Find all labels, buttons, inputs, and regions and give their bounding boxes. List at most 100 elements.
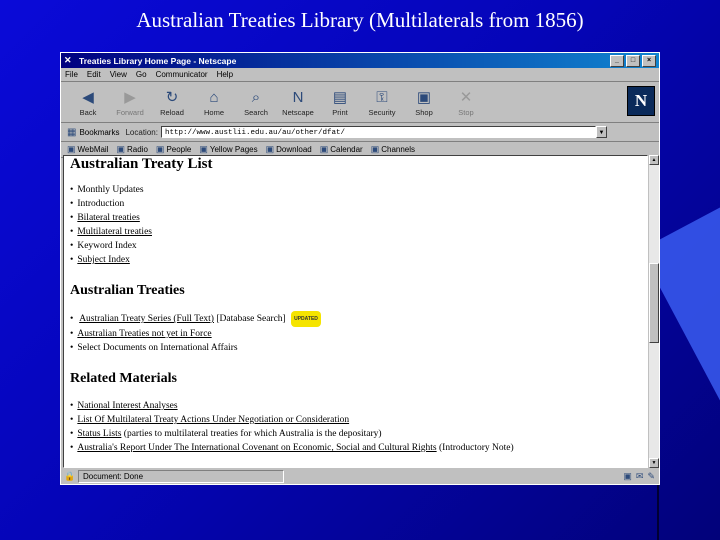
link-channels-label: Channels [381, 145, 416, 154]
link-calendar[interactable]: ▣ Calendar [320, 144, 363, 155]
menu-file[interactable]: File [65, 70, 78, 79]
link-webmail[interactable]: ▣ WebMail [67, 144, 109, 155]
stop-button[interactable]: ✕ Stop [445, 88, 487, 117]
link-download[interactable]: ▣ Download [266, 144, 312, 155]
bookmark-icon: ▦ [67, 126, 77, 138]
treaty-page: Australian Treaty List Monthly Updates I… [64, 156, 647, 455]
minimize-button[interactable]: _ [610, 54, 624, 67]
link-yellow-pages-label: Yellow Pages [209, 145, 258, 154]
location-bar: ▦ Bookmarks Location: http://www.austlii… [61, 123, 659, 142]
radio-icon: ▣ [116, 144, 126, 154]
search-icon: ⌕ [251, 88, 261, 106]
australian-treaties-links: Australian Treaty Series (Full Text) [Da… [70, 311, 647, 355]
link-people[interactable]: ▣ People [156, 144, 191, 155]
home-icon: ⌂ [209, 88, 219, 106]
window-titlebar[interactable]: ✕ Treaties Library Home Page - Netscape … [61, 53, 659, 68]
mail-icon[interactable]: ✉ [636, 471, 644, 482]
netscape-label: Netscape [282, 107, 314, 117]
link-webmail-label: WebMail [77, 145, 109, 154]
updated-badge: UPDATED [291, 311, 321, 327]
slide-title: Australian Treaties Library (Multilatera… [136, 8, 584, 32]
close-button[interactable]: × [642, 54, 656, 67]
link-select-documents[interactable]: Select Documents on International Affair… [77, 343, 237, 353]
link-multilateral-treaties[interactable]: Multilateral treaties [77, 227, 152, 237]
link-icescr-report[interactable]: Australia's Report Under The Internation… [77, 443, 436, 453]
list-item: Bilateral treaties [70, 211, 647, 225]
netscape-logo-icon: ✕ [64, 55, 72, 65]
forward-arrow-icon: ▶ [124, 88, 136, 106]
link-treaty-series[interactable]: Australian Treaty Series (Full Text) [79, 314, 214, 324]
yellow-pages-icon: ▣ [199, 144, 208, 154]
vertical-scrollbar[interactable]: ▲ ▼ [648, 155, 659, 468]
calendar-icon: ▣ [319, 144, 329, 154]
link-bilateral-treaties[interactable]: Bilateral treaties [77, 213, 140, 223]
shop-icon: ▣ [416, 88, 432, 106]
menu-communicator[interactable]: Communicator [156, 70, 208, 79]
download-icon: ▣ [265, 144, 275, 154]
security-lock-icon[interactable]: 🔒 [64, 471, 78, 482]
home-button[interactable]: ⌂ Home [193, 88, 235, 117]
list-item: Australia's Report Under The Internation… [70, 441, 647, 455]
link-national-interest-analyses[interactable]: National Interest Analyses [77, 401, 177, 411]
page-content[interactable]: Australian Treaty List Monthly Updates I… [63, 155, 648, 468]
menu-edit[interactable]: Edit [87, 70, 101, 79]
security-label: Security [368, 107, 396, 117]
print-label: Print [332, 107, 348, 117]
composer-icon[interactable]: ✎ [647, 471, 655, 482]
link-keyword-index[interactable]: Keyword Index [77, 241, 136, 251]
link-status-lists[interactable]: Status Lists [77, 429, 121, 439]
browser-window: ✕ Treaties Library Home Page - Netscape … [60, 52, 660, 485]
menu-go[interactable]: Go [136, 70, 147, 79]
shop-label: Shop [415, 107, 433, 117]
scroll-thumb[interactable] [649, 263, 659, 343]
link-radio[interactable]: ▣ Radio [117, 144, 148, 155]
location-input[interactable]: http://www.austlii.edu.au/au/other/dfat/ [160, 126, 596, 138]
link-multilateral-treaty-actions[interactable]: List Of Multilateral Treaty Actions Unde… [77, 415, 349, 425]
bookmarks-label: Bookmarks [79, 127, 120, 137]
link-database-search[interactable]: [Database Search] [216, 314, 285, 324]
bookmarks-button[interactable]: ▦ Bookmarks [67, 127, 119, 138]
link-download-label: Download [276, 145, 312, 154]
menu-help[interactable]: Help [217, 70, 233, 79]
back-button[interactable]: ◀ Back [67, 88, 109, 117]
icescr-report-note: (Introductory Note) [436, 443, 514, 453]
back-arrow-icon: ◀ [82, 88, 94, 106]
list-item: Introduction [70, 197, 647, 211]
component-bar-icon[interactable]: ▣ [623, 471, 632, 482]
heading-related-materials: Related Materials [70, 371, 177, 386]
location-dropdown-button[interactable]: ▼ [595, 126, 607, 138]
link-yellow-pages[interactable]: ▣ Yellow Pages [199, 144, 257, 155]
list-item: Monthly Updates [70, 183, 647, 197]
search-label: Search [244, 107, 268, 117]
forward-label: Forward [116, 107, 144, 117]
maximize-button[interactable]: □ [626, 54, 640, 67]
window-title: Treaties Library Home Page - Netscape [79, 55, 237, 66]
link-channels[interactable]: ▣ Channels [371, 144, 415, 155]
list-item: Subject Index [70, 253, 647, 267]
security-button[interactable]: ⚿ Security [361, 88, 403, 117]
status-text: Document: Done [78, 470, 284, 483]
stop-icon: ✕ [459, 88, 473, 106]
netscape-button[interactable]: N Netscape [277, 88, 319, 117]
search-button[interactable]: ⌕ Search [235, 88, 277, 117]
link-introduction[interactable]: Introduction [77, 199, 124, 209]
heading-treaty-list: Australian Treaty List [70, 156, 213, 172]
link-calendar-label: Calendar [330, 145, 363, 154]
forward-button[interactable]: ▶ Forward [109, 88, 151, 117]
security-icon: ⚿ [376, 88, 388, 106]
reload-button[interactable]: ↻ Reload [151, 88, 193, 117]
list-item: National Interest Analyses [70, 399, 647, 413]
heading-australian-treaties: Australian Treaties [70, 283, 185, 298]
navigation-toolbar: ◀ Back ▶ Forward ↻ Reload ⌂ Home ⌕ Searc… [61, 82, 659, 123]
link-monthly-updates[interactable]: Monthly Updates [77, 185, 143, 195]
scroll-down-button[interactable]: ▼ [649, 458, 659, 468]
netscape-throbber-logo[interactable]: N [627, 86, 655, 116]
link-subject-index[interactable]: Subject Index [77, 255, 130, 265]
menu-view[interactable]: View [110, 70, 127, 79]
print-button[interactable]: ▤ Print [319, 88, 361, 117]
link-radio-label: Radio [127, 145, 148, 154]
link-treaties-not-in-force[interactable]: Australian Treaties not yet in Force [77, 329, 211, 339]
back-label: Back [79, 107, 97, 117]
scroll-up-button[interactable]: ▲ [649, 155, 659, 165]
shop-button[interactable]: ▣ Shop [403, 88, 445, 117]
